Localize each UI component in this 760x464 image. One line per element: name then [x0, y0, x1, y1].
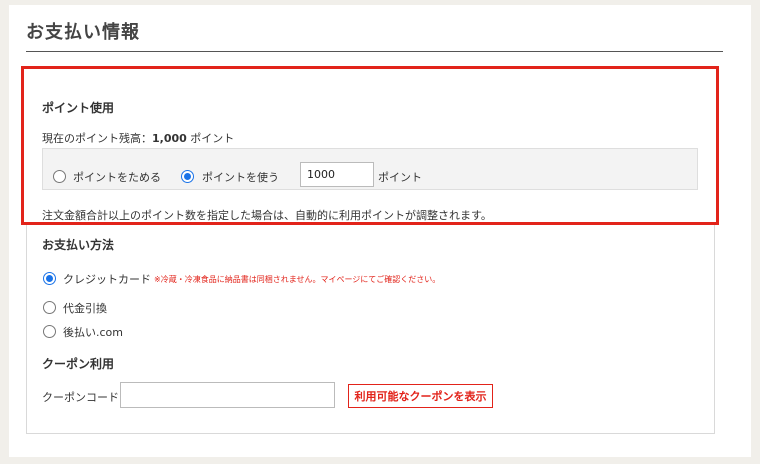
coupon-code-label: クーポンコード： — [42, 391, 130, 404]
radio-credit-card[interactable] — [43, 272, 56, 285]
show-coupons-button[interactable]: 利用可能なクーポンを表示 — [348, 384, 493, 408]
radio-cash-on-delivery-label[interactable]: 代金引換 — [63, 300, 107, 316]
radio-save-points[interactable] — [53, 170, 66, 183]
points-balance-value: 1,000 — [152, 132, 187, 145]
payment-method-heading: お支払い方法 — [42, 238, 115, 252]
points-balance-unit: ポイント — [190, 132, 235, 145]
coupon-heading: クーポン利用 — [42, 357, 115, 371]
radio-atobarai-label[interactable]: 後払い.com — [63, 324, 123, 340]
points-balance-label: 現在のポイント残高： — [42, 132, 152, 145]
credit-card-note: ※冷蔵・冷凍食品に納品書は同梱されません。マイページにてご確認ください。 — [154, 275, 441, 284]
points-balance: 現在のポイント残高：1,000 ポイント — [42, 130, 234, 146]
radio-use-points-label[interactable]: ポイントを使う — [202, 169, 279, 185]
radio-credit-card-label[interactable]: クレジットカード — [63, 271, 151, 287]
points-amount-input[interactable] — [300, 162, 374, 187]
radio-atobarai[interactable] — [43, 325, 56, 338]
points-adjust-note: 注文金額合計以上のポイント数を指定した場合は、自動的に利用ポイントが調整されます… — [42, 209, 492, 222]
radio-save-points-label[interactable]: ポイントをためる — [73, 169, 161, 185]
radio-cash-on-delivery[interactable] — [43, 301, 56, 314]
page-title: お支払い情報 — [26, 22, 140, 43]
title-divider — [26, 51, 723, 52]
points-heading: ポイント使用 — [42, 101, 115, 115]
coupon-code-input[interactable] — [120, 382, 335, 408]
points-input-unit: ポイント — [378, 171, 422, 184]
radio-use-points[interactable] — [181, 170, 194, 183]
